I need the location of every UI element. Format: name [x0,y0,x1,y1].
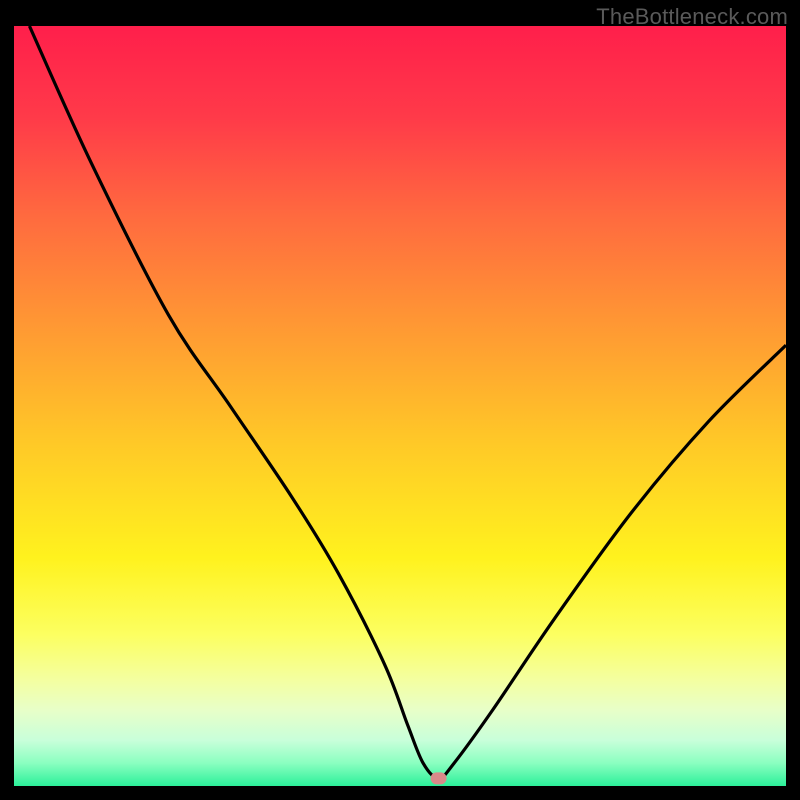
bottleneck-chart [14,26,786,786]
chart-frame: TheBottleneck.com [0,0,800,800]
plot-area [14,26,786,786]
gradient-background [14,26,786,786]
optimal-marker [431,772,447,784]
watermark-text: TheBottleneck.com [596,4,788,30]
